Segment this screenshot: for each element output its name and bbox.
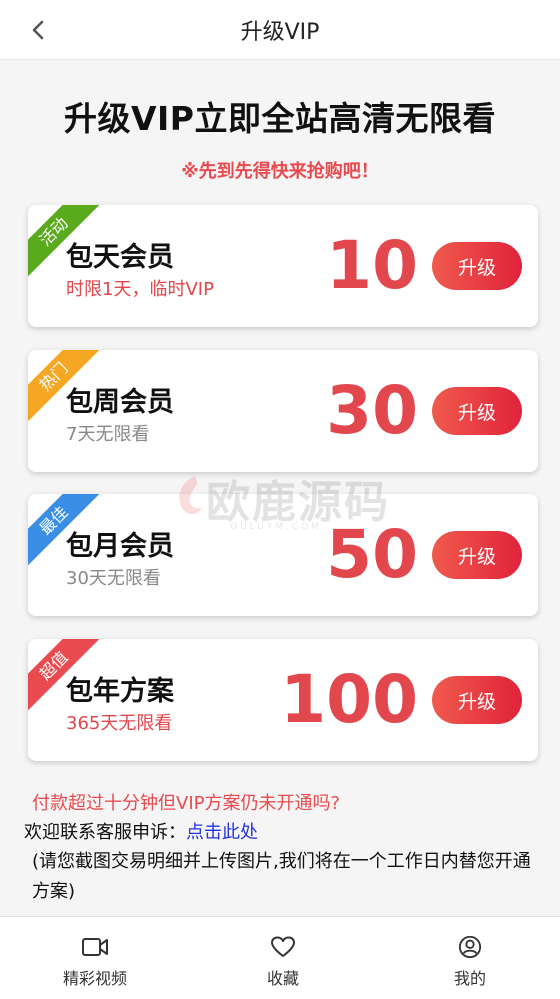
- upgrade-button[interactable]: 升级: [432, 242, 522, 290]
- chevron-left-icon: [32, 20, 44, 40]
- tab-label: 我的: [453, 969, 486, 988]
- plan-price: 30: [326, 372, 418, 449]
- heart-icon: [271, 936, 295, 957]
- contact-line: 欢迎联系客服申诉：点击此处: [24, 818, 258, 844]
- plan-price: 10: [326, 227, 418, 304]
- page-title: 升级VIP: [240, 19, 320, 45]
- tab-profile[interactable]: 我的: [400, 917, 540, 999]
- upgrade-button[interactable]: 升级: [432, 387, 522, 435]
- payment-question: 付款超过十分钟但VIP方案仍未开通吗?: [32, 793, 341, 814]
- tab-label: 收藏: [266, 969, 299, 988]
- promo-headline: 升级VIP立即全站高清无限看: [63, 99, 496, 138]
- plan-description: 7天无限看: [66, 424, 150, 445]
- upgrade-button[interactable]: 升级: [432, 676, 522, 724]
- contact-link[interactable]: 点击此处: [186, 822, 258, 843]
- upload-note: (请您截图交易明细并上传图片,我们将在一个工作日内替您开通方案): [32, 851, 531, 902]
- upgrade-button[interactable]: 升级: [432, 531, 522, 579]
- plan-price: 50: [326, 516, 418, 593]
- user-icon: [458, 935, 482, 959]
- contact-prefix: 欢迎联系客服申诉：: [24, 822, 186, 843]
- tab-favorites[interactable]: 收藏: [213, 917, 353, 999]
- plan-name: 包周会员: [66, 387, 174, 418]
- plan-card-day: 活动 包天会员 时限1天，临时VIP 10 升级: [28, 205, 538, 327]
- promo-subline: ※先到先得快来抢购吧！: [181, 161, 379, 182]
- tab-videos[interactable]: 精彩视频: [25, 917, 165, 999]
- bottom-tab-bar: 精彩视频 收藏 我的: [0, 916, 560, 999]
- plan-name: 包天会员: [66, 242, 174, 273]
- plan-card-month: 最佳 包月会员 30天无限看 50 升级: [28, 494, 538, 616]
- plan-card-year: 超值 包年方案 365天无限看 100 升级: [28, 639, 538, 761]
- back-button[interactable]: [22, 14, 54, 46]
- plan-name: 包月会员: [66, 531, 174, 562]
- video-camera-icon: [82, 938, 108, 956]
- plan-description: 365天无限看: [66, 713, 173, 734]
- plan-name: 包年方案: [66, 676, 174, 707]
- plan-card-week: 热门 包周会员 7天无限看 30 升级: [28, 350, 538, 472]
- plan-description: 时限1天，临时VIP: [66, 279, 214, 300]
- top-bar: 升级VIP: [0, 0, 560, 60]
- tab-label: 精彩视频: [62, 969, 127, 988]
- plan-description: 30天无限看: [66, 568, 161, 589]
- plan-price: 100: [280, 661, 418, 738]
